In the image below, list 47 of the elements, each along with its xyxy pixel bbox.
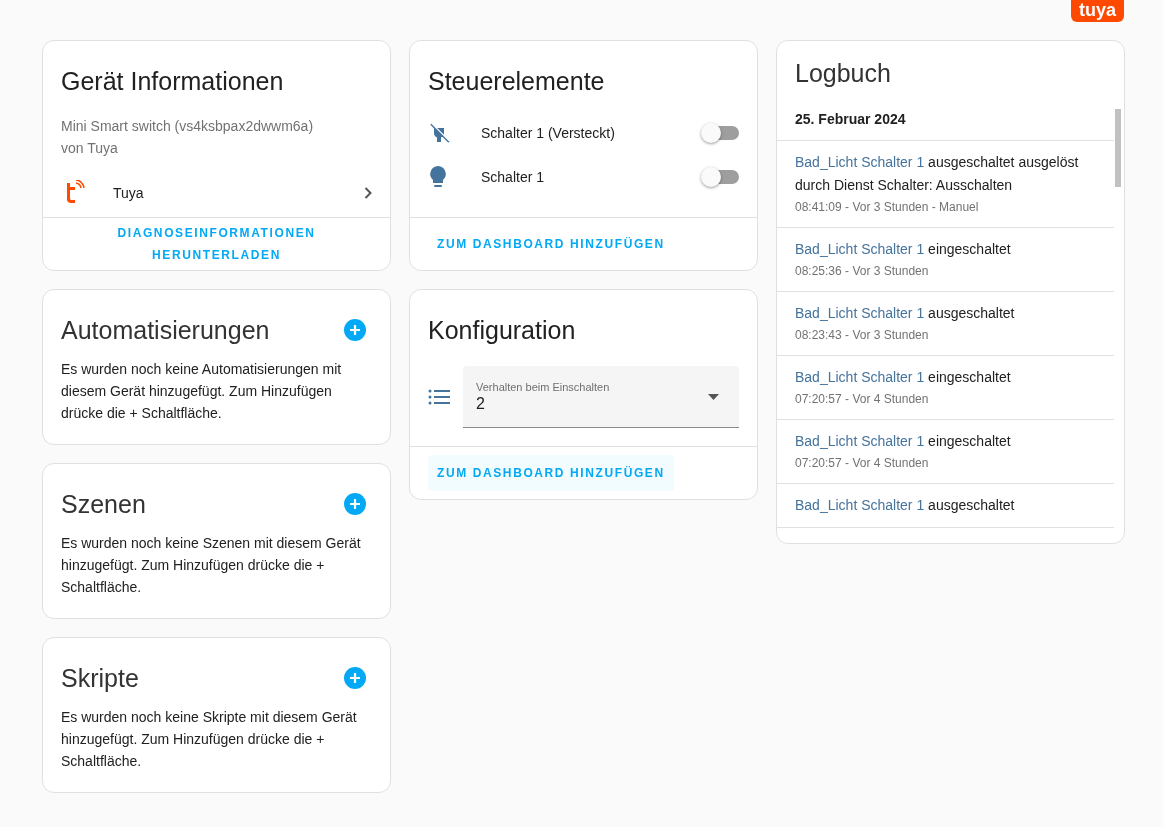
log-message: Bad_Licht Schalter 1 ausgeschaltet — [795, 496, 1016, 515]
entity-link[interactable]: Bad_Licht Schalter 1 — [795, 305, 925, 321]
card-title: Skripte — [61, 663, 139, 694]
log-timestamp: 08:25:36 - Vor 3 Stunden — [795, 263, 930, 280]
plug-off-icon — [428, 121, 452, 145]
lightbulb-icon — [428, 165, 448, 189]
field-value: 2 — [476, 393, 486, 414]
log-message: Bad_Licht Schalter 1 eingeschaltet — [795, 432, 1012, 451]
card-title: Steuerelemente — [427, 66, 606, 97]
entity-link[interactable]: Bad_Licht Schalter 1 — [795, 433, 925, 449]
log-timestamp: 07:20:57 - Vor 4 Stunden — [795, 391, 930, 408]
log-timestamp: 07:20:57 - Vor 4 Stunden — [795, 455, 930, 472]
select-field[interactable]: Verhalten beim Einschalten 2 — [463, 366, 739, 428]
card-title: Szenen — [61, 489, 146, 520]
entity-name: Schalter 1 — [481, 167, 546, 187]
chevron-right-icon — [364, 187, 372, 199]
log-timestamp: 08:23:43 - Vor 3 Stunden — [795, 327, 930, 344]
add-icon[interactable] — [344, 667, 366, 689]
log-message: Bad_Licht Schalter 1 eingeschaltet — [795, 240, 1012, 259]
log-message: Bad_Licht Schalter 1 ausgeschaltet — [795, 304, 1016, 323]
brand-badge: tuya — [1071, 0, 1124, 22]
integration-item[interactable]: Tuya — [43, 169, 390, 217]
toggle-switch[interactable] — [701, 121, 739, 145]
device-model: Mini Smart switch (vs4ksbpax2dwwm6a) — [61, 117, 315, 136]
empty-state-text: Es wurden noch keine Szenen mit diesem Gerät hinzugefügt. Zum Hinzufügen drücke die + Schaltfläche. — [60, 534, 362, 597]
entity-link[interactable]: Bad_Licht Schalter 1 — [795, 369, 925, 385]
log-message: Bad_Licht Schalter 1 ausgeschaltet ausgelöst durch Dienst Schalter: Ausschalten — [795, 153, 1080, 195]
log-timestamp: 08:41:09 - Vor 3 Stunden - Manuel — [795, 199, 980, 216]
field-label: Verhalten beim Einschalten — [476, 379, 611, 394]
empty-state-text: Es wurden noch keine Skripte mit diesem Gerät hinzugefügt. Zum Hinzufügen drücke die + Schaltfläche. — [60, 708, 358, 771]
add-icon[interactable] — [344, 493, 366, 515]
entity-link[interactable]: Bad_Licht Schalter 1 — [795, 241, 925, 257]
log-message: Bad_Licht Schalter 1 eingeschaltet — [795, 368, 1012, 387]
date-header: 25. Februar 2024 — [777, 103, 1114, 141]
card-title: Konfiguration — [427, 315, 577, 346]
entity-name: Schalter 1 (Versteckt) — [481, 123, 616, 143]
add-icon[interactable] — [344, 319, 366, 341]
list-icon — [428, 388, 450, 406]
dropdown-arrow-icon — [708, 393, 719, 400]
toggle-switch[interactable] — [701, 165, 739, 189]
card-title: Gerät Informationen — [60, 66, 285, 97]
empty-state-text: Es wurden noch keine Automatisierungen mit diesem Gerät hinzugefügt. Zum Hinzufügen drücke die + Schaltfläche. — [60, 360, 343, 423]
device-manufacturer: von Tuya — [61, 139, 119, 158]
card-title: Logbuch — [794, 58, 892, 89]
card-title: Automatisierungen — [61, 315, 270, 346]
entity-link[interactable]: Bad_Licht Schalter 1 — [795, 154, 925, 170]
entity-link[interactable]: Bad_Licht Schalter 1 — [795, 497, 925, 513]
